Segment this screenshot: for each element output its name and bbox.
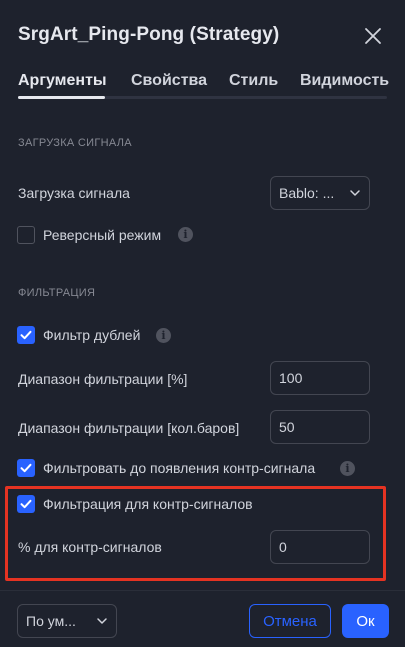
tabs-bar: Аргументы Свойства Стиль Видимость [0,68,405,104]
active-tab-indicator [18,96,105,99]
check-icon [20,463,32,473]
reverse-mode-checkbox[interactable] [17,226,35,244]
load-signal-label: Загрузка сигнала [18,185,130,201]
info-icon[interactable]: i [178,227,193,242]
counter-filter-checkbox[interactable] [17,495,35,513]
check-icon [20,499,32,509]
range-percent-input[interactable]: 100 [270,361,370,395]
info-icon[interactable]: i [340,461,355,476]
check-icon [20,330,32,340]
counter-percent-label: % для контр-сигналов [18,539,162,555]
chevron-down-icon [348,186,362,200]
defaults-dropdown[interactable]: По ум... [17,604,117,638]
filter-until-counter-checkbox[interactable] [17,459,35,477]
section-title-filtration: ФИЛЬТРАЦИЯ [18,287,96,299]
counter-filter-label[interactable]: Фильтрация для контр-сигналов [43,496,253,512]
duplicate-filter-label[interactable]: Фильтр дублей [43,327,140,343]
defaults-label: По ум... [26,613,76,629]
strategy-settings-dialog: SrgArt_Ping-Pong (Strategy) Аргументы Св… [0,0,405,647]
range-percent-label: Диапазон фильтрации [%] [18,371,188,387]
close-icon[interactable] [361,24,385,48]
duplicate-filter-checkbox[interactable] [17,326,35,344]
dialog-title: SrgArt_Ping-Pong (Strategy) [18,24,280,45]
load-signal-select[interactable]: Bablo: ... [270,176,370,210]
tab-style[interactable]: Стиль [229,72,278,90]
info-icon[interactable]: i [156,328,171,343]
section-title-signal: ЗАГРУЗКА СИГНАЛА [18,137,132,149]
cancel-button[interactable]: Отмена [249,604,331,638]
range-bars-label: Диапазон фильтрации [кол.баров] [18,420,240,436]
reverse-mode-label[interactable]: Реверсный режим [43,227,161,243]
tab-arguments[interactable]: Аргументы [18,72,107,90]
tab-properties[interactable]: Свойства [131,72,207,90]
counter-percent-input[interactable]: 0 [270,530,370,564]
chevron-down-icon [95,614,109,628]
load-signal-value: Bablo: ... [279,185,335,201]
ok-button[interactable]: Ок [342,604,389,638]
range-bars-input[interactable]: 50 [270,410,370,444]
filter-until-counter-label[interactable]: Фильтровать до появления контр-сигнала [43,460,315,476]
tab-visibility[interactable]: Видимость [300,72,389,90]
footer-divider [0,590,405,591]
